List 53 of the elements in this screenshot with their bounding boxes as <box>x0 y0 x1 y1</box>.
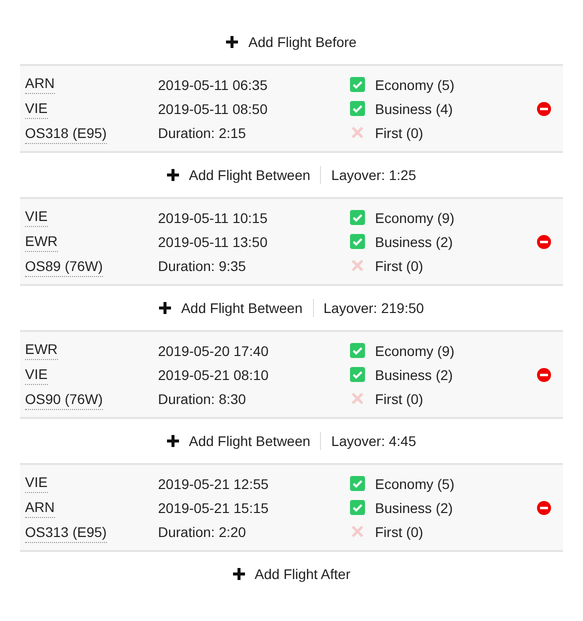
plus-icon <box>232 568 245 580</box>
remove-button[interactable] <box>537 368 551 382</box>
class-label: First (0) <box>375 390 424 409</box>
flight-number: OS318 (E95) <box>25 123 107 144</box>
remove-button[interactable] <box>537 500 551 514</box>
layover-text: Layover: 4:45 <box>331 433 416 449</box>
class-label: Business (2) <box>375 232 453 252</box>
flight-number: OS89 (76W) <box>25 256 103 277</box>
class-label: Economy (9) <box>375 208 454 228</box>
arrival-time: 2019-05-21 15:15 <box>158 498 270 518</box>
class-label: Economy (9) <box>375 342 454 361</box>
airport-code: VIE <box>25 364 48 385</box>
departure-time: 2019-05-11 06:35 <box>158 76 268 94</box>
add-flight-before-button[interactable]: Add Flight Before <box>226 34 357 50</box>
plus-icon <box>159 302 172 314</box>
arrival-time: 2019-05-21 08:10 <box>158 366 270 384</box>
duration-text: Duration: 2:15 <box>158 124 247 142</box>
add-flight-after-button[interactable]: Add Flight After <box>232 566 350 582</box>
airport-code: ARN <box>25 497 55 518</box>
remove-button[interactable] <box>537 102 551 116</box>
airport-code: ARN <box>25 73 55 94</box>
layover-text: Layover: 219:50 <box>324 300 424 316</box>
remove-button[interactable] <box>537 234 551 248</box>
departure-time: 2019-05-20 17:40 <box>158 342 270 360</box>
layover-text: Layover: 1:25 <box>331 167 416 183</box>
airport-code: VIE <box>25 206 48 227</box>
class-label: First (0) <box>375 256 424 276</box>
plus-icon <box>166 169 179 181</box>
arrival-time: 2019-05-11 08:50 <box>158 100 268 118</box>
flight-number: OS90 (76W) <box>25 389 103 410</box>
add-flight-between-button[interactable]: Add Flight Between <box>159 300 302 316</box>
class-label: Business (4) <box>375 100 453 119</box>
duration-text: Duration: 9:35 <box>158 256 247 276</box>
duration-text: Duration: 2:20 <box>158 522 247 542</box>
airport-code: VIE <box>25 98 48 119</box>
plus-icon <box>166 435 179 447</box>
flight-number: OS313 (E95) <box>25 522 107 543</box>
airport-code: EWR <box>25 231 58 252</box>
departure-time: 2019-05-21 12:55 <box>158 474 270 494</box>
class-label: Business (2) <box>375 498 453 518</box>
airport-code: VIE <box>25 472 48 493</box>
arrival-time: 2019-05-11 13:50 <box>158 232 268 252</box>
plus-icon <box>226 36 238 48</box>
airport-code: EWR <box>25 339 58 360</box>
class-label: Business (2) <box>375 366 453 385</box>
duration-text: Duration: 8:30 <box>158 390 247 408</box>
class-label: Economy (5) <box>375 76 454 95</box>
class-label: First (0) <box>375 124 424 143</box>
add-flight-between-button[interactable]: Add Flight Between <box>166 433 310 449</box>
departure-time: 2019-05-11 10:15 <box>158 208 268 228</box>
class-label: Economy (5) <box>375 474 454 494</box>
class-label: First (0) <box>375 522 424 542</box>
add-flight-between-button[interactable]: Add Flight Between <box>166 167 310 183</box>
